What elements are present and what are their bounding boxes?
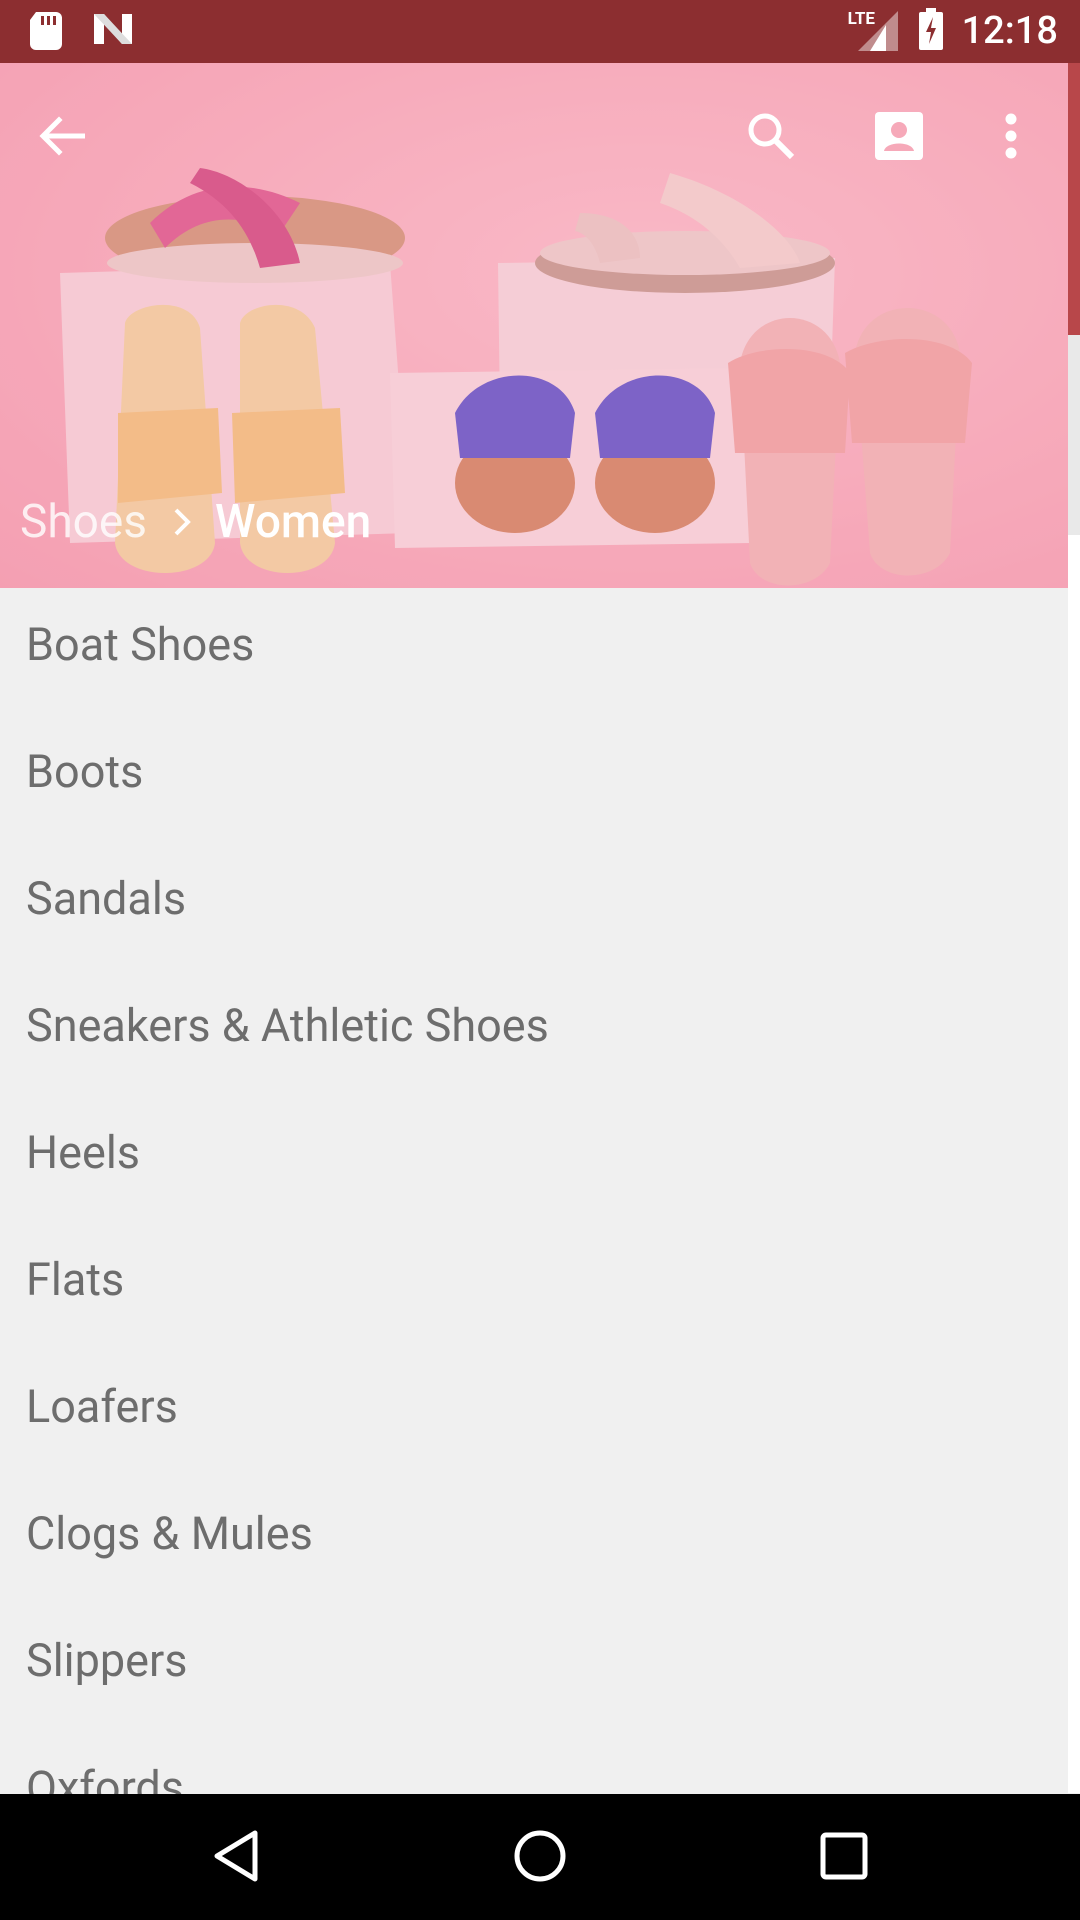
search-button[interactable] [736, 103, 806, 173]
back-button[interactable] [26, 103, 96, 173]
system-nav-bar [0, 1794, 1080, 1920]
back-triangle-icon [211, 1829, 261, 1887]
breadcrumb: Shoes Women [20, 495, 371, 549]
battery-charging-icon [918, 8, 944, 54]
chevron-right-icon [173, 507, 191, 537]
list-item-label: Boat Shoes [26, 618, 255, 671]
nav-back-button[interactable] [200, 1822, 272, 1894]
list-item-clogs-mules[interactable]: Clogs & Mules [0, 1477, 1068, 1604]
home-circle-icon [513, 1829, 567, 1887]
sd-card-icon [30, 12, 62, 54]
list-item-loafers[interactable]: Loafers [0, 1350, 1068, 1477]
list-item-sneakers[interactable]: Sneakers & Athletic Shoes [0, 969, 1068, 1096]
lte-signal-icon: LTE [848, 9, 900, 53]
nav-recents-button[interactable] [808, 1822, 880, 1894]
list-item-label: Sneakers & Athletic Shoes [26, 999, 549, 1052]
more-options-button[interactable] [976, 103, 1046, 173]
list-item-label: Slippers [26, 1634, 188, 1687]
list-item-label: Boots [26, 745, 144, 798]
network-type-label: LTE [847, 9, 875, 29]
list-item-label: Oxfords [26, 1761, 185, 1794]
list-item-sandals[interactable]: Sandals [0, 842, 1068, 969]
list-item-label: Loafers [26, 1380, 178, 1433]
list-item-flats[interactable]: Flats [0, 1223, 1068, 1350]
background-panel-edge [1068, 63, 1080, 1793]
back-arrow-icon [37, 114, 86, 162]
search-icon [746, 111, 796, 165]
category-header: Shoes Women [0, 63, 1068, 588]
list-item-label: Heels [26, 1126, 140, 1179]
list-item-label: Sandals [26, 872, 187, 925]
list-item-boots[interactable]: Boots [0, 715, 1068, 842]
list-item-slippers[interactable]: Slippers [0, 1604, 1068, 1731]
account-icon [874, 111, 924, 165]
status-bar: LTE 12:18 [0, 0, 1080, 63]
list-item-label: Clogs & Mules [26, 1507, 313, 1560]
nav-home-button[interactable] [504, 1822, 576, 1894]
breadcrumb-women: Women [215, 495, 372, 549]
breadcrumb-shoes[interactable]: Shoes [20, 495, 147, 549]
category-list: Boat Shoes Boots Sandals Sneakers & Athl… [0, 588, 1068, 1794]
list-item-label: Flats [26, 1253, 125, 1306]
list-item-heels[interactable]: Heels [0, 1096, 1068, 1223]
more-vert-icon [1004, 113, 1018, 163]
n-logo-icon [92, 12, 134, 54]
account-button[interactable] [864, 103, 934, 173]
clock: 12:18 [961, 9, 1058, 53]
list-item-oxfords[interactable]: Oxfords [0, 1731, 1068, 1794]
recents-square-icon [820, 1832, 868, 1884]
list-item-boat-shoes[interactable]: Boat Shoes [0, 588, 1068, 715]
